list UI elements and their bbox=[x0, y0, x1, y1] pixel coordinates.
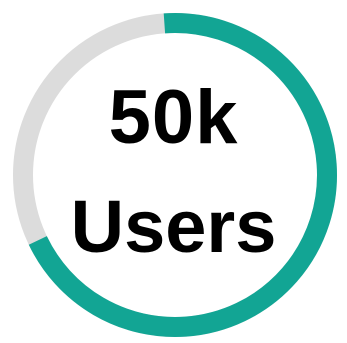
stat-caption: Users bbox=[70, 185, 277, 268]
stat-progress-ring-widget: 50k Users bbox=[0, 0, 347, 343]
progress-ring bbox=[13, 13, 337, 337]
stat-value: 50k bbox=[108, 75, 239, 160]
